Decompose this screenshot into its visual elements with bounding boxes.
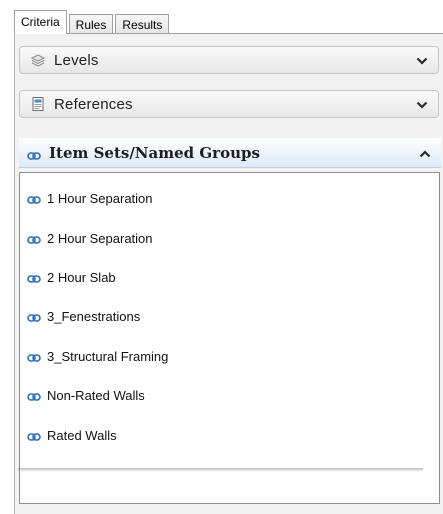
list-item[interactable]: 2 Hour Slab — [20, 265, 439, 289]
list-item-label: 2 Hour Separation — [47, 230, 153, 246]
tab-rules[interactable]: Rules — [68, 14, 114, 34]
panel-bottom-shadow — [18, 468, 423, 472]
list-item-label: 3_Fenestrations — [47, 308, 141, 324]
layers-icon — [30, 52, 46, 68]
chevron-up-icon[interactable] — [419, 147, 431, 159]
list-item[interactable]: Rated Walls — [20, 423, 439, 447]
section-levels-label: Levels — [54, 51, 99, 69]
chain-link-icon — [27, 430, 41, 441]
tab-criteria[interactable]: Criteria — [14, 10, 67, 34]
criteria-panel: Levels References Item Sets/Named Groups… — [14, 34, 443, 514]
chain-link-icon — [27, 351, 41, 362]
chain-link-icon — [27, 272, 41, 283]
chevron-down-icon[interactable] — [416, 98, 428, 110]
section-levels[interactable]: Levels — [19, 46, 439, 74]
chain-link-icon — [27, 148, 41, 160]
section-references-label: References — [54, 95, 133, 113]
tab-strip: Criteria Rules Results — [14, 10, 171, 34]
chain-link-icon — [27, 311, 41, 322]
section-item-sets-label: Item Sets/Named Groups — [49, 143, 260, 162]
list-item[interactable]: 3_Structural Framing — [20, 344, 439, 368]
section-references[interactable]: References — [19, 90, 439, 118]
section-item-sets[interactable]: Item Sets/Named Groups — [19, 138, 441, 168]
list-item[interactable]: 3_Fenestrations — [20, 304, 439, 328]
list-item-label: Non-Rated Walls — [47, 387, 145, 403]
list-item[interactable]: Non-Rated Walls — [20, 383, 439, 407]
chain-link-icon — [27, 390, 41, 401]
list-item[interactable]: 2 Hour Separation — [20, 226, 439, 250]
list-item-label: Rated Walls — [47, 427, 117, 443]
tab-results[interactable]: Results — [115, 14, 170, 34]
list-item-label: 1 Hour Separation — [47, 190, 153, 206]
chevron-down-icon[interactable] — [416, 54, 428, 66]
list-item-label: 3_Structural Framing — [47, 348, 169, 364]
list-item-label: 2 Hour Slab — [47, 269, 116, 285]
document-icon — [30, 96, 46, 112]
chain-link-icon — [27, 233, 41, 244]
chain-link-icon — [27, 193, 41, 204]
list-item[interactable]: 1 Hour Separation — [20, 186, 439, 210]
item-sets-list[interactable]: 1 Hour Separation 2 Hour Separation 2 Ho… — [19, 172, 440, 504]
criteria-panel-window: Criteria Rules Results Levels References… — [0, 0, 443, 514]
